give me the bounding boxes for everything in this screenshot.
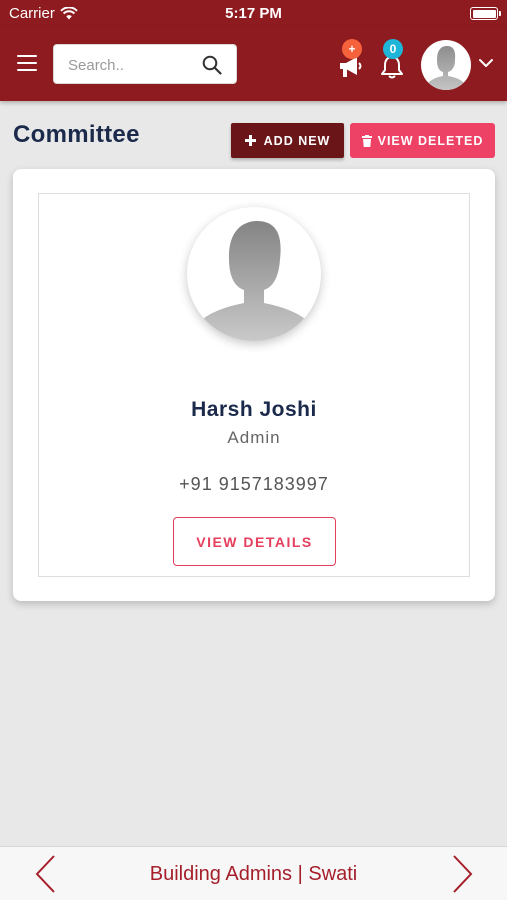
search-input[interactable] xyxy=(68,54,198,76)
user-silhouette-icon xyxy=(427,46,465,90)
chevron-right-icon[interactable] xyxy=(452,854,474,894)
member-role: Admin xyxy=(227,428,281,447)
status-bar: Carrier 5:17 PM xyxy=(0,0,507,27)
trash-icon xyxy=(361,134,372,147)
avatar[interactable] xyxy=(421,40,471,90)
announcement-button[interactable]: + xyxy=(334,39,370,79)
bottom-nav: Building Admins | Swati xyxy=(0,846,507,900)
user-silhouette-icon xyxy=(203,221,305,341)
add-new-label: ADD NEW xyxy=(263,133,331,148)
search-box xyxy=(53,44,237,84)
search-icon[interactable] xyxy=(202,55,222,75)
member-photo xyxy=(187,207,321,341)
member-name: Harsh Joshi xyxy=(191,398,317,421)
announcement-badge: + xyxy=(342,39,362,59)
member-card-inner: Harsh Joshi Admin +91 9157183997 VIEW DE… xyxy=(38,193,470,577)
view-details-button[interactable]: VIEW DETAILS xyxy=(173,517,336,566)
plus-icon xyxy=(244,135,256,146)
notifications-button[interactable]: 0 xyxy=(378,39,410,81)
view-deleted-button[interactable]: VIEW DELETED xyxy=(350,123,495,158)
chevron-down-icon[interactable] xyxy=(478,57,494,69)
view-deleted-label: VIEW DELETED xyxy=(377,133,484,148)
status-time: 5:17 PM xyxy=(225,5,282,22)
notification-count-badge: 0 xyxy=(383,39,403,59)
add-new-button[interactable]: ADD NEW xyxy=(231,123,344,158)
battery-icon xyxy=(470,7,501,20)
app-header: + 0 xyxy=(0,27,507,101)
member-card: Harsh Joshi Admin +91 9157183997 VIEW DE… xyxy=(13,169,495,601)
page-title: Committee xyxy=(13,121,140,148)
menu-icon[interactable] xyxy=(17,55,37,71)
member-phone: +91 9157183997 xyxy=(179,474,329,494)
bottom-nav-label: Building Admins | Swati xyxy=(149,863,358,885)
